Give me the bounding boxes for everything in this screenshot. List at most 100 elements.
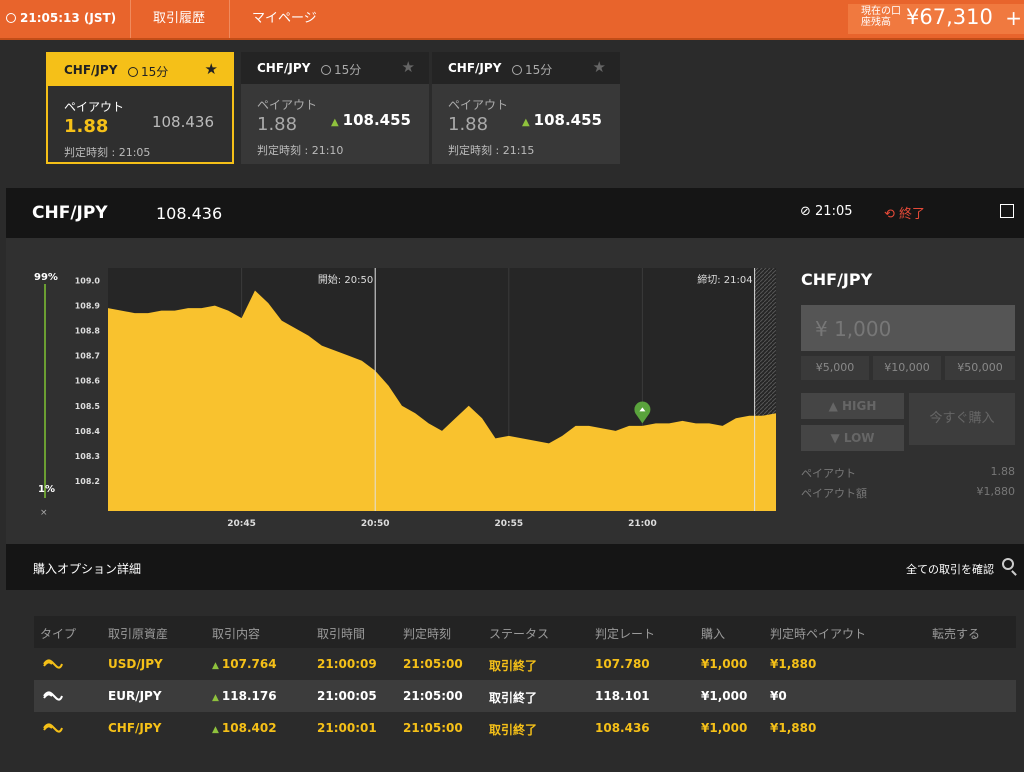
- window-icon[interactable]: [1000, 204, 1014, 218]
- up-arrow-icon: ▲: [212, 693, 219, 703]
- col-content: 取引内容: [212, 627, 261, 641]
- cell-time: 21:00:09: [317, 657, 377, 671]
- gauge-bar: [44, 284, 46, 498]
- option-card-1[interactable]: CHF/JPY 15分 ★ ペイアウト 1.88 108.436 判定時刻 : …: [46, 52, 234, 164]
- header-rate: 108.436: [156, 204, 223, 223]
- y-tick-label: 108.8: [75, 327, 101, 336]
- option-card-3[interactable]: CHF/JPY 15分 ★ ペイアウト 1.88 ▲ 108.455 判定時刻 :…: [432, 52, 620, 164]
- card-duration: 15分: [128, 63, 168, 80]
- high-button[interactable]: ▲ HIGH: [801, 393, 904, 419]
- view-all-trades-link[interactable]: 全ての取引を確認: [906, 561, 994, 577]
- cell-asset: EUR/JPY: [108, 689, 162, 703]
- cell-buy: ¥1,000: [701, 657, 748, 671]
- x-tick-label: 20:45: [227, 519, 256, 529]
- y-tick-label: 108.6: [75, 377, 101, 386]
- clock-time: 21:05:13 (JST): [20, 11, 117, 25]
- purchase-details-header: 購入オプション詳細 全ての取引を確認: [6, 544, 1024, 590]
- purchase-details-title: 購入オプション詳細: [33, 562, 142, 576]
- option-card-2[interactable]: CHF/JPY 15分 ★ ペイアウト 1.88 ▲ 108.455 判定時刻 :…: [241, 52, 429, 164]
- chart-panel: 99% 1% × 開始: 20:50 締切: 21:04 109.0 108.9 108…: [6, 238, 1024, 544]
- cell-judge: 21:05:00: [403, 657, 463, 671]
- card-judge-time: 判定時刻 : 21:10: [257, 144, 344, 157]
- cell-rate: 107.780: [595, 657, 650, 671]
- table-row[interactable]: CHF/JPY ▲ 108.402 21:00:01 21:05:00 取引終了 108.4…: [34, 712, 1016, 744]
- clock: 21:05:13 (JST): [6, 11, 116, 25]
- quick-amount-5000[interactable]: ¥5,000: [801, 356, 869, 380]
- close-icon[interactable]: ×: [40, 508, 48, 518]
- y-tick-label: 108.7: [75, 352, 100, 361]
- star-icon[interactable]: ★: [402, 58, 415, 76]
- cell-judge: 21:05:00: [403, 689, 463, 703]
- header-status: ⟲ 終了: [884, 207, 926, 222]
- card-judge-time: 判定時刻 : 21:15: [448, 144, 535, 157]
- col-time: 取引時間: [317, 627, 366, 641]
- card-pair: CHF/JPY: [64, 63, 118, 77]
- cell-content: ▲ 108.402: [212, 721, 277, 735]
- cell-content: ▲ 118.176: [212, 689, 277, 703]
- star-icon[interactable]: ★: [593, 58, 606, 76]
- card-header: CHF/JPY 15分 ★: [241, 52, 429, 84]
- up-arrow-icon: ▲: [212, 661, 219, 671]
- card-pair: CHF/JPY: [448, 61, 502, 75]
- cell-asset: CHF/JPY: [108, 721, 162, 735]
- card-payout: 1.88: [257, 114, 298, 135]
- deposit-plus-button[interactable]: +: [1005, 6, 1022, 30]
- low-button[interactable]: ▼ LOW: [801, 425, 904, 451]
- nav-trade-history[interactable]: 取引履歴: [130, 0, 227, 38]
- col-payout: 判定時ペイアウト: [770, 627, 867, 641]
- y-tick-label: 108.3: [75, 452, 100, 461]
- balance-value: ¥67,310: [906, 5, 993, 29]
- y-tick-label: 108.9: [75, 302, 101, 311]
- chain-link-icon: [43, 723, 63, 733]
- start-label: 開始: 20:50: [318, 273, 373, 286]
- card-payout: 1.88: [448, 114, 489, 135]
- high-arrow-icon: ▲: [828, 399, 842, 413]
- cell-buy: ¥1,000: [701, 689, 748, 703]
- col-type: タイプ: [40, 627, 77, 641]
- cell-rate: 108.436: [595, 721, 650, 735]
- account-balance: 現在の口座残高 ¥67,310 +: [848, 4, 1024, 34]
- card-judge-time: 判定時刻 : 21:05: [64, 146, 151, 159]
- up-arrow-icon: ▲: [330, 117, 339, 128]
- card-duration: 15分: [321, 61, 361, 78]
- payout-amount-row: ペイアウト額 ¥1,880: [801, 485, 1015, 500]
- end-label: 締切: 21:04: [697, 273, 752, 286]
- payout-row: ペイアウト 1.88: [801, 465, 1015, 480]
- col-rate: 判定レート: [595, 627, 656, 641]
- col-buy: 購入: [701, 627, 726, 641]
- top-bar: 21:05:13 (JST) 取引履歴 マイページ 現在の口座残高 ¥67,31…: [0, 0, 1024, 40]
- quick-amount-10000[interactable]: ¥10,000: [873, 356, 941, 380]
- x-tick-label: 20:55: [494, 519, 523, 529]
- amount-input[interactable]: ¥ 1,000: [801, 305, 1015, 351]
- cell-status: 取引終了: [489, 691, 538, 705]
- price-chart: 開始: 20:50 締切: 21:04 109.0 108.9 108.8 108.7 10…: [75, 268, 776, 529]
- low-arrow-icon: ▼: [830, 431, 844, 445]
- card-pair: CHF/JPY: [257, 61, 311, 75]
- card-rate: 108.436: [151, 113, 214, 131]
- table-row[interactable]: USD/JPY ▲ 107.764 21:00:09 21:05:00 取引終了 107.7…: [34, 648, 1016, 680]
- cell-payout: ¥1,880: [770, 657, 817, 671]
- cell-time: 21:00:05: [317, 689, 377, 703]
- table-header: タイプ 取引原資産 取引内容 取引時間 判定時刻 ステータス 判定レート 購入 …: [34, 616, 1016, 648]
- trade-panel: CHF/JPY ¥ 1,000 ¥5,000 ¥10,000 ¥50,000 ▲…: [801, 260, 1015, 530]
- clock-icon: [321, 65, 331, 75]
- search-icon[interactable]: [1002, 558, 1014, 570]
- card-header: CHF/JPY 15分 ★: [48, 54, 232, 86]
- y-tick-label: 108.5: [75, 402, 101, 411]
- card-payout-label: ペイアウト: [64, 100, 125, 114]
- quick-amount-50000[interactable]: ¥50,000: [945, 356, 1015, 380]
- cell-buy: ¥1,000: [701, 721, 748, 735]
- buy-now-button[interactable]: 今すぐ購入: [909, 393, 1015, 445]
- col-asset: 取引原資産: [108, 627, 169, 641]
- card-rate: ▲ 108.455: [521, 111, 602, 129]
- star-icon[interactable]: ★: [205, 60, 218, 78]
- card-rate: ▲ 108.455: [330, 111, 411, 129]
- clock-icon: [6, 13, 16, 23]
- y-tick-label: 109.0: [75, 277, 101, 286]
- table-row[interactable]: EUR/JPY ▲ 118.176 21:00:05 21:05:00 取引終了 118.1…: [34, 680, 1016, 712]
- x-tick-label: 20:50: [361, 519, 390, 529]
- header-pair: CHF/JPY: [32, 203, 108, 223]
- card-payout-label: ペイアウト: [257, 98, 318, 112]
- nav-mypage[interactable]: マイページ: [229, 0, 339, 38]
- y-tick-label: 108.4: [75, 427, 101, 436]
